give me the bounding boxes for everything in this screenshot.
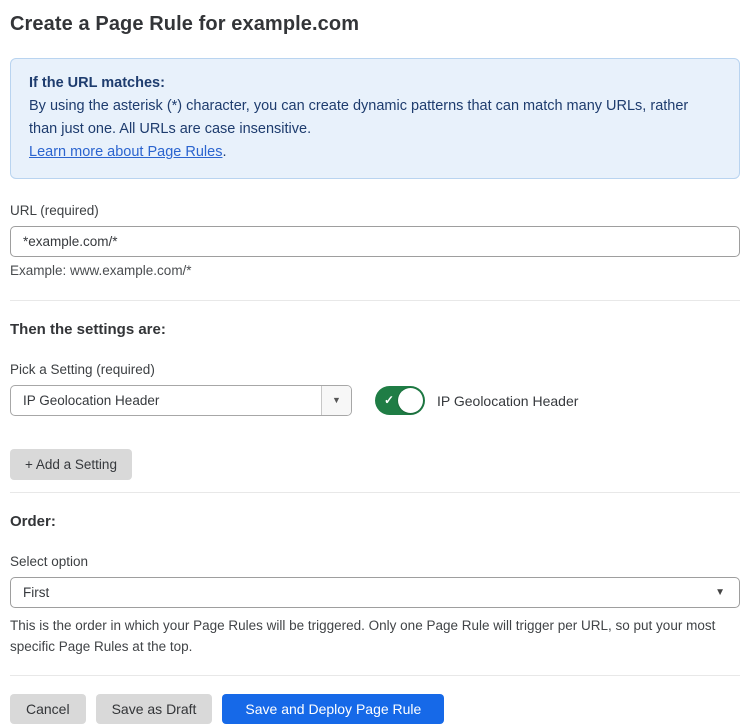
divider <box>10 492 740 493</box>
setting-select[interactable]: IP Geolocation Header ▼ <box>10 385 352 416</box>
order-help-text: This is the order in which your Page Rul… <box>10 615 734 657</box>
settings-section-heading: Then the settings are: <box>10 321 740 338</box>
footer-actions: Cancel Save as Draft Save and Deploy Pag… <box>10 694 740 724</box>
toggle-knob <box>398 388 423 413</box>
setting-picker-label: Pick a Setting (required) <box>10 362 740 377</box>
cancel-button[interactable]: Cancel <box>10 694 86 724</box>
toggle-label: IP Geolocation Header <box>437 393 578 409</box>
url-field-label: URL (required) <box>10 203 740 218</box>
setting-select-value: IP Geolocation Header <box>11 386 321 415</box>
divider <box>10 300 740 301</box>
order-select-label: Select option <box>10 554 740 569</box>
learn-more-link[interactable]: Learn more about Page Rules <box>29 144 222 160</box>
setting-select-caret-button[interactable]: ▼ <box>321 386 351 415</box>
url-match-info-box: If the URL matches: By using the asteris… <box>10 58 740 179</box>
save-draft-button[interactable]: Save as Draft <box>96 694 213 724</box>
url-input[interactable] <box>10 226 740 257</box>
save-deploy-button[interactable]: Save and Deploy Page Rule <box>222 694 444 724</box>
order-select[interactable]: First ▼ <box>10 577 740 608</box>
add-setting-button[interactable]: + Add a Setting <box>10 449 132 480</box>
page-rule-form: Create a Page Rule for example.com If th… <box>0 0 750 724</box>
chevron-down-icon: ▼ <box>715 588 725 598</box>
order-section-heading: Order: <box>10 513 740 530</box>
page-title: Create a Page Rule for example.com <box>10 13 740 36</box>
chevron-down-icon: ▼ <box>332 396 341 405</box>
link-suffix: . <box>222 144 226 160</box>
info-box-heading: If the URL matches: <box>29 72 721 95</box>
divider <box>10 675 740 676</box>
setting-row: IP Geolocation Header ▼ ✓ IP Geolocation… <box>10 385 740 416</box>
info-box-body: By using the asterisk (*) character, you… <box>29 95 689 141</box>
info-box-link-line: Learn more about Page Rules. <box>29 141 721 164</box>
order-select-value: First <box>23 585 715 600</box>
url-example-text: Example: www.example.com/* <box>10 263 740 278</box>
geolocation-toggle[interactable]: ✓ <box>375 386 425 415</box>
check-icon: ✓ <box>384 393 394 408</box>
